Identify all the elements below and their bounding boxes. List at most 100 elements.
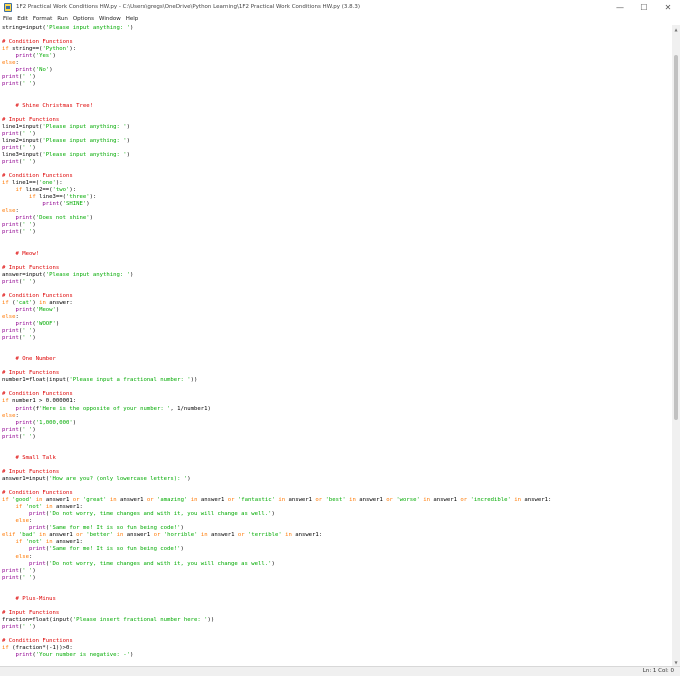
code-token: ' ' [22, 278, 33, 285]
code-line: # Input Functions [0, 610, 672, 617]
code-token: ' ' [22, 81, 33, 88]
menu-format[interactable]: Format [33, 16, 52, 22]
code-token: # Condition Functions [2, 172, 73, 179]
code-token: ) [32, 81, 36, 88]
code-line: else: [0, 208, 672, 215]
code-line: print('No') [0, 67, 672, 74]
code-token: print [2, 567, 19, 574]
code-token: ' ' [22, 144, 33, 151]
window-controls: — ☐ ✕ [608, 0, 680, 14]
code-token: if [28, 194, 36, 201]
code-token: 'two' [52, 187, 70, 194]
code-token: print [15, 405, 33, 412]
code-token: ( [8, 299, 16, 306]
status-bar: Ln: 1 Col: 0 [0, 666, 680, 676]
code-token: number1=float(input( [2, 377, 70, 384]
code-token: fraction=float(input( [2, 616, 73, 623]
code-token: print [2, 433, 19, 440]
close-button[interactable]: ✕ [656, 0, 680, 14]
code-token: 'Please input anything: ' [42, 137, 127, 144]
code-token: ) [32, 426, 36, 433]
code-editor[interactable]: string=input( 'Please input anything: ') #… [0, 25, 672, 666]
title-bar: 1F2 Practical Work Conditions HW.py - C:… [0, 0, 680, 14]
code-token: answer1: [291, 532, 323, 539]
code-token: string=input( [2, 25, 46, 31]
code-token: 'fantastic' [237, 497, 275, 504]
code-token: 'WOOF' [35, 320, 56, 327]
code-token: ' ' [22, 74, 33, 81]
menu-window[interactable]: Window [99, 16, 121, 22]
code-token: or [146, 497, 154, 504]
code-token: ) [271, 560, 275, 567]
code-token: ) [32, 278, 36, 285]
code-line: if 'not' in answer1: [0, 504, 672, 511]
code-token: answer=input( [2, 271, 46, 278]
code-token: : [28, 518, 33, 525]
code-token: string==( [8, 46, 43, 53]
code-token: print [2, 222, 19, 229]
code-token: elif [2, 532, 16, 539]
menu-options[interactable]: Options [73, 16, 94, 22]
code-token: answer1: [52, 539, 83, 546]
code-token: # One Number [15, 356, 56, 363]
vertical-scrollbar[interactable]: ▲ ▼ [672, 25, 680, 666]
maximize-button[interactable]: ☐ [632, 0, 656, 14]
menu-run[interactable]: Run [57, 16, 68, 22]
code-line: # Condition Functions [0, 490, 672, 497]
code-token: 'best' [325, 497, 346, 504]
scroll-up-arrow-icon[interactable]: ▲ [672, 25, 680, 33]
code-token: print [2, 278, 19, 285]
code-token: answer1 [430, 497, 461, 504]
code-token: line3=input( [2, 151, 43, 158]
code-token: ) [180, 525, 184, 532]
code-token: 'Please input anything: ' [42, 123, 127, 130]
code-line: print(' ') [0, 279, 672, 286]
code-token: print [15, 306, 33, 313]
code-token: ) [32, 328, 36, 335]
code-line: elif 'bad' in answer1 or 'better' in ans… [0, 532, 672, 539]
code-token: # Condition Functions [2, 292, 73, 299]
code-line: # Condition Functions [0, 391, 672, 398]
minimize-button[interactable]: — [608, 0, 632, 14]
code-token: ) [32, 335, 36, 342]
scroll-down-arrow-icon[interactable]: ▼ [672, 658, 680, 666]
code-line: print('WOOF') [0, 321, 672, 328]
code-token: print [15, 320, 33, 327]
code-line: if line3==('three'): [0, 194, 672, 201]
code-line: print(' ') [0, 159, 672, 166]
code-token: : [15, 60, 19, 67]
code-line: print(' ') [0, 568, 672, 575]
code-token: ) [49, 67, 53, 74]
code-token: in [39, 299, 46, 306]
code-token: in [514, 497, 521, 504]
code-line: print(' ') [0, 74, 672, 81]
code-token: 'Please input anything: ' [45, 271, 130, 278]
code-token: 'Yes' [35, 53, 53, 60]
menu-help[interactable]: Help [126, 16, 139, 22]
code-line: print('Does not shine') [0, 215, 672, 222]
scrollbar-thumb[interactable] [674, 55, 678, 420]
menu-edit[interactable]: Edit [17, 16, 28, 22]
code-token: ' ' [22, 158, 33, 165]
code-token: print [15, 67, 33, 74]
code-line: # One Number [0, 356, 672, 363]
code-token: print [2, 426, 19, 433]
code-token: print [15, 215, 33, 222]
code-token: answer1 [116, 497, 147, 504]
code-token: ): [89, 194, 97, 201]
code-token: 'bad' [18, 532, 36, 539]
menu-file[interactable]: File [3, 16, 12, 22]
code-token: print [2, 574, 19, 581]
